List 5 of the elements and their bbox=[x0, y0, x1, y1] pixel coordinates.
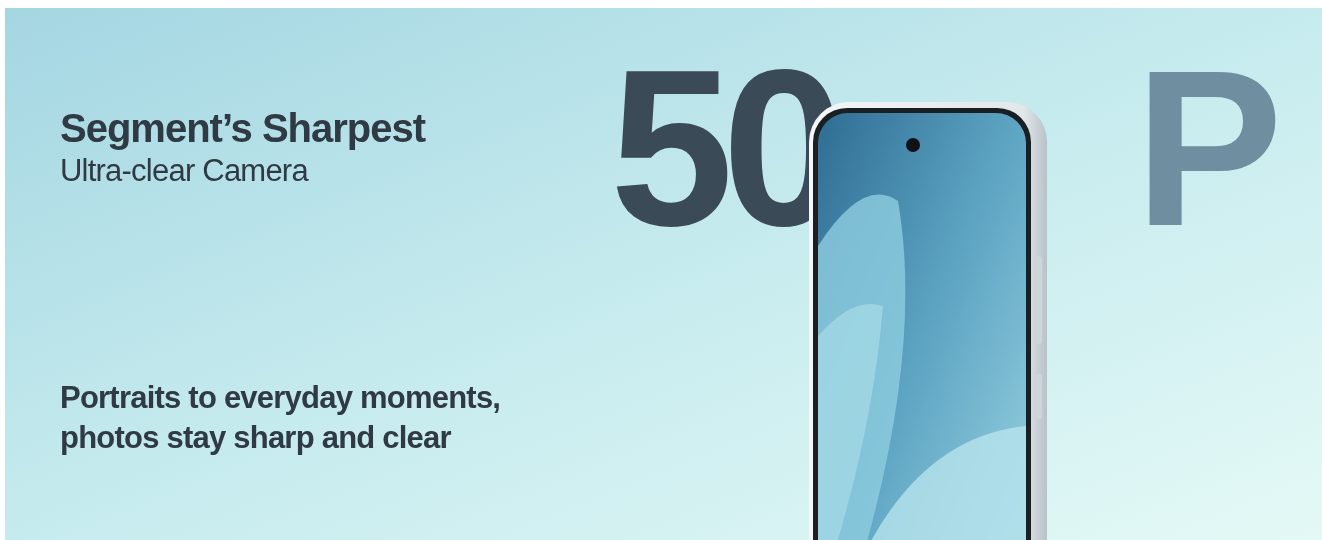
caption-line: Portraits to everyday moments, bbox=[60, 379, 502, 417]
subheadline: Ultra-clear Camera bbox=[60, 152, 310, 190]
headline: Segment’s Sharpest bbox=[60, 105, 427, 152]
caption-line: photos stay sharp and clear bbox=[60, 419, 452, 457]
megapixel-heading: P bbox=[1134, 38, 1272, 258]
